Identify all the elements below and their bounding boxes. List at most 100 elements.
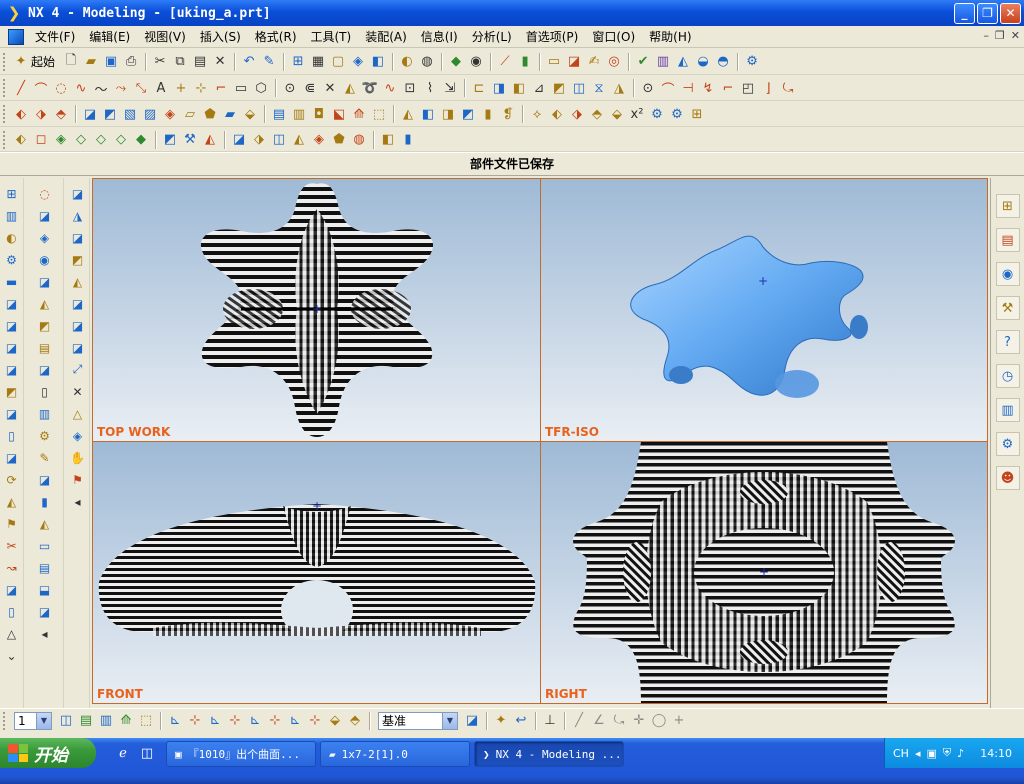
toolbar-grip[interactable]: [3, 52, 6, 71]
color-bar-icon[interactable]: ▥: [653, 52, 673, 72]
revolve-icon[interactable]: ◻: [31, 130, 51, 150]
snap-center-icon[interactable]: ⊾: [245, 711, 265, 731]
roles-tab-icon[interactable]: ☻: [995, 466, 1020, 490]
hyperbola-icon[interactable]: ✕: [320, 78, 340, 98]
start-menu-button[interactable]: 开始: [0, 738, 96, 768]
menu-insert[interactable]: 插入(S): [193, 27, 248, 47]
cube-tool-2-icon[interactable]: ◪: [36, 272, 54, 291]
snap-mid-icon[interactable]: ⊹: [185, 711, 205, 731]
taskbar-item-folder[interactable]: ▰ 1x7-2[1].0: [320, 741, 470, 767]
menu-information[interactable]: 信息(I): [414, 27, 465, 47]
extrude-icon[interactable]: ⬖: [11, 130, 31, 150]
snap-intersect-icon[interactable]: ⊹: [225, 711, 245, 731]
cylinder-icon[interactable]: ◇: [71, 130, 91, 150]
book-tool-icon[interactable]: ▥: [36, 404, 54, 423]
divide-icon[interactable]: ◧: [509, 78, 529, 98]
group-tool-icon[interactable]: ◈: [69, 426, 87, 445]
snap-plus-icon[interactable]: +: [669, 711, 689, 731]
i-form-icon[interactable]: ⬖: [547, 104, 567, 124]
snap-pole-icon[interactable]: ⊹: [305, 711, 325, 731]
n-sided-icon[interactable]: ⬟: [200, 104, 220, 124]
analysis-icon[interactable]: ⟋: [495, 52, 515, 72]
offset-surface-icon[interactable]: ▤: [269, 104, 289, 124]
toolbar-grip[interactable]: [3, 711, 6, 730]
clock-tab-icon[interactable]: ◷: [995, 364, 1020, 388]
viewport-top[interactable]: + TOP WORK: [93, 179, 540, 441]
desktop-icon[interactable]: ◫: [138, 744, 156, 762]
boundary-icon[interactable]: ⊞: [687, 104, 707, 124]
taskbar-item-nx[interactable]: ❯ NX 4 - Modeling ...: [474, 741, 624, 767]
snap-edge-icon[interactable]: ⬘: [345, 711, 365, 731]
reflection-icon[interactable]: ◒: [693, 52, 713, 72]
undo-icon[interactable]: ↶: [239, 52, 259, 72]
check-icon[interactable]: ✔: [633, 52, 653, 72]
edit-curve-icon[interactable]: ⊿: [529, 78, 549, 98]
power-icon[interactable]: x²: [627, 104, 647, 124]
draft-icon[interactable]: ◓: [713, 52, 733, 72]
layer-settings-icon[interactable]: ◫: [56, 711, 76, 731]
book-icon[interactable]: ▮: [515, 52, 535, 72]
pan-icon[interactable]: ◧: [368, 52, 388, 72]
swept-icon[interactable]: ▨: [140, 104, 160, 124]
shape-tool-icon[interactable]: ◭: [69, 272, 87, 291]
part-navigator-tab-icon[interactable]: ▤: [995, 228, 1020, 252]
rectangle-icon[interactable]: ▭: [231, 78, 251, 98]
library-tab-icon[interactable]: ▥: [995, 398, 1020, 422]
layer-icon[interactable]: ◆: [446, 52, 466, 72]
note-icon[interactable]: ✍: [584, 52, 604, 72]
isoparam-icon[interactable]: ◫: [569, 78, 589, 98]
selection-filter-select[interactable]: 基准 ▼: [378, 711, 458, 730]
rotate-tool-icon[interactable]: ⟳: [3, 470, 21, 489]
cube-tool-4-icon[interactable]: ◪: [36, 470, 54, 489]
start-icon[interactable]: ✦: [11, 52, 31, 72]
print-icon[interactable]: ⎙: [121, 52, 141, 72]
cube-tool-5-icon[interactable]: ◪: [36, 602, 54, 621]
edit-param-icon[interactable]: ◩: [549, 78, 569, 98]
web-browser-tab-icon[interactable]: ◉: [995, 262, 1020, 286]
patch-icon[interactable]: ◧: [418, 104, 438, 124]
database-icon[interactable]: ▯: [3, 426, 21, 445]
trim-icon[interactable]: ⊏: [469, 78, 489, 98]
fillet-icon[interactable]: ⌐: [211, 78, 231, 98]
pyramid-tool-3-icon[interactable]: △: [69, 404, 87, 423]
part-navigator-icon[interactable]: ▥: [3, 206, 21, 225]
expand-icon[interactable]: ⌄: [3, 646, 21, 665]
menu-preferences[interactable]: 首选项(P): [519, 27, 586, 47]
menu-format[interactable]: 格式(R): [248, 27, 304, 47]
deselect-icon[interactable]: ↩: [511, 711, 531, 731]
snap-end-icon[interactable]: ⊾: [165, 711, 185, 731]
extension-icon[interactable]: ▰: [220, 104, 240, 124]
measure-icon[interactable]: ▭: [544, 52, 564, 72]
shelf-tool-icon[interactable]: ▤: [36, 558, 54, 577]
thicken-icon[interactable]: ◨: [438, 104, 458, 124]
quilt-icon[interactable]: ⬚: [369, 104, 389, 124]
paste-icon[interactable]: ▤: [190, 52, 210, 72]
restore-button[interactable]: ❐: [977, 3, 998, 24]
menu-file[interactable]: 文件(F): [28, 27, 82, 47]
cut-icon[interactable]: ✂: [150, 52, 170, 72]
cube-tool-9-icon[interactable]: ◪: [69, 316, 87, 335]
spline-icon[interactable]: ∿: [71, 78, 91, 98]
edge-blend-icon[interactable]: ◪: [229, 130, 249, 150]
solid-box-7-icon[interactable]: ◪: [3, 580, 21, 599]
block-tool-icon[interactable]: ◪: [36, 206, 54, 225]
surface-point-icon[interactable]: ⬖: [11, 104, 31, 124]
snap-control-icon[interactable]: ⊾: [205, 711, 225, 731]
transform-tool-icon[interactable]: ✕: [69, 382, 87, 401]
menu-analysis[interactable]: 分析(L): [465, 27, 519, 47]
sweep-tool-icon[interactable]: ↝: [3, 558, 21, 577]
wave-icon[interactable]: ⊙: [638, 78, 658, 98]
cube-tool-7-icon[interactable]: ◪: [69, 228, 87, 247]
match-edge-icon[interactable]: ⬗: [567, 104, 587, 124]
assembly-navigator-icon[interactable]: ⊞: [3, 184, 21, 203]
intersect-body-icon[interactable]: ◍: [349, 130, 369, 150]
settings-icon[interactable]: ⚙: [742, 52, 762, 72]
rotate-icon[interactable]: ◈: [348, 52, 368, 72]
surface-pole-icon[interactable]: ⬗: [31, 104, 51, 124]
scroll-left-icon[interactable]: ◂: [36, 624, 54, 643]
new-file-icon[interactable]: 🗋: [61, 52, 81, 72]
shade-icon[interactable]: ◐: [397, 52, 417, 72]
toolbar-grip[interactable]: [3, 79, 6, 97]
roles-icon[interactable]: ⚙: [3, 250, 21, 269]
bridge-surface-icon[interactable]: ▱: [180, 104, 200, 124]
